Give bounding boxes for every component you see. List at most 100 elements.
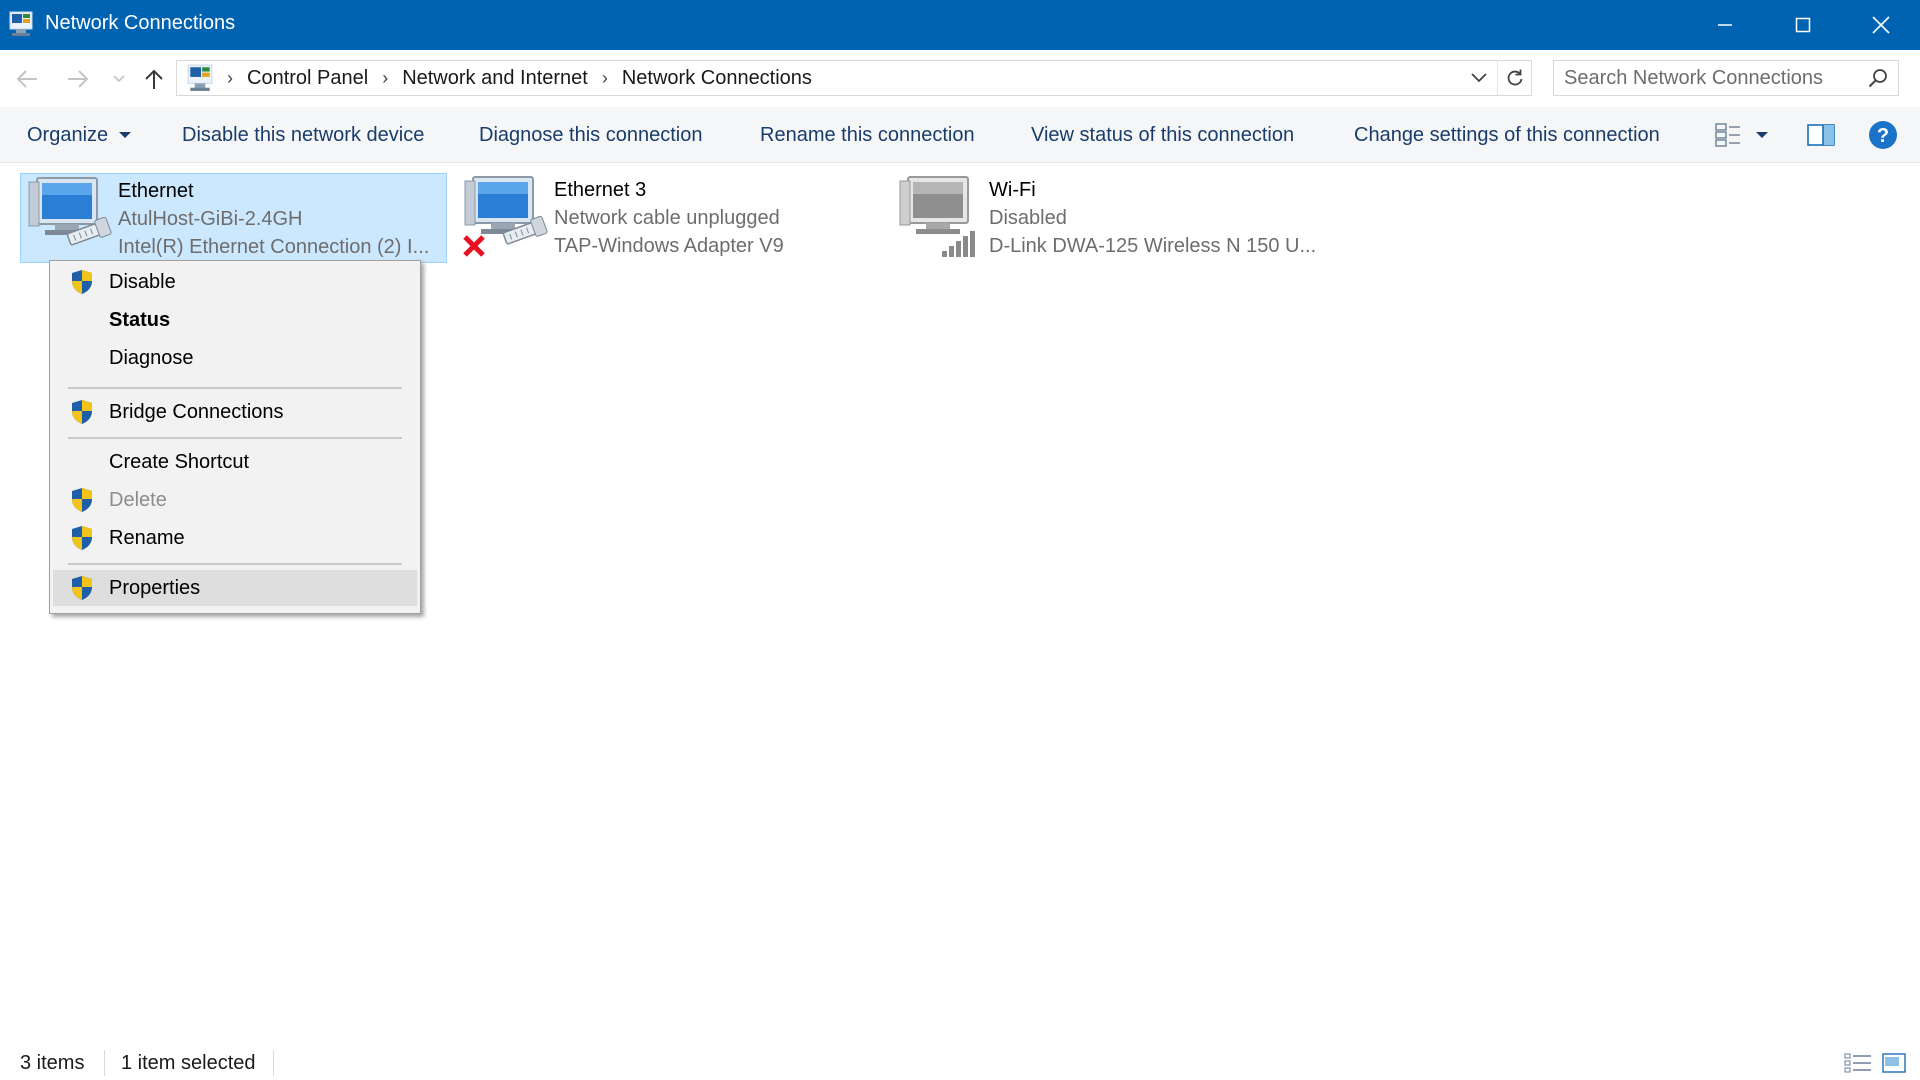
up-arrow-icon <box>145 69 163 89</box>
menu-item-delete[interactable]: Delete <box>53 482 417 518</box>
organize-label: Organize <box>27 123 109 146</box>
search-input[interactable] <box>1564 61 1854 95</box>
menu-separator <box>68 387 402 389</box>
uac-shield-icon <box>72 576 92 600</box>
menu-item-rename[interactable]: Rename <box>53 520 417 556</box>
menu-item-label: Status <box>109 309 171 331</box>
large-icons-view-icon[interactable] <box>1882 1052 1906 1074</box>
unplugged-x-icon <box>463 235 485 257</box>
address-row: › Control Panel › Network and Internet ›… <box>0 50 1920 107</box>
menu-item-status[interactable]: Status <box>53 302 417 338</box>
connection-status: Network cable unplugged <box>554 207 780 229</box>
connection-item-wifi[interactable]: Wi-Fi Disabled D-Link DWA-125 Wireless N… <box>892 173 1319 263</box>
connection-item-ethernet-3[interactable]: Ethernet 3 Network cable unplugged TAP-W… <box>457 173 884 263</box>
status-bar: 3 items 1 item selected <box>0 1044 1920 1080</box>
search-icon[interactable] <box>1868 68 1888 88</box>
breadcrumb-separator[interactable]: › <box>227 68 233 89</box>
menu-item-label: Rename <box>109 527 185 549</box>
connection-details: Wi-Fi Disabled D-Link DWA-125 Wireless N… <box>989 176 1316 260</box>
connection-name: Wi-Fi <box>989 179 1036 201</box>
connection-device: Intel(R) Ethernet Connection (2) I... <box>118 236 430 258</box>
menu-item-label: Properties <box>109 577 201 599</box>
rename-connection-button[interactable]: Rename this connection <box>760 107 975 163</box>
minimize-icon <box>1718 24 1732 26</box>
change-view-button[interactable] <box>1710 119 1746 151</box>
chevron-down-icon <box>1756 132 1768 138</box>
menu-item-disable[interactable]: Disable <box>53 264 417 300</box>
address-bar[interactable]: › Control Panel › Network and Internet ›… <box>176 60 1532 96</box>
menu-item-bridge-connections[interactable]: Bridge Connections <box>53 394 417 430</box>
organize-dropdown-icon <box>119 132 132 138</box>
breadcrumb: › Control Panel › Network and Internet ›… <box>187 61 812 95</box>
recent-locations-button[interactable] <box>104 64 134 94</box>
status-separator <box>104 1050 105 1076</box>
menu-item-diagnose[interactable]: Diagnose <box>53 340 417 376</box>
diagnose-connection-button[interactable]: Diagnose this connection <box>479 107 702 163</box>
menu-item-label: Disable <box>109 271 176 293</box>
refresh-icon <box>1507 69 1523 86</box>
network-adapter-icon <box>28 177 112 246</box>
uac-shield-icon <box>72 270 92 294</box>
address-history-button[interactable] <box>1465 61 1493 95</box>
svg-text:?: ? <box>1877 125 1889 147</box>
menu-item-label: Delete <box>109 489 167 511</box>
title-bar: Network Connections <box>0 0 1920 50</box>
connection-device: D-Link DWA-125 Wireless N 150 U... <box>989 235 1317 257</box>
menu-item-properties[interactable]: Properties <box>53 570 417 606</box>
disable-device-button[interactable]: Disable this network device <box>182 107 424 163</box>
maximize-icon <box>1795 17 1811 33</box>
breadcrumb-control-panel[interactable]: Control Panel <box>247 67 368 90</box>
menu-item-create-shortcut[interactable]: Create Shortcut <box>53 444 417 480</box>
recent-dropdown-icon <box>113 75 125 83</box>
forward-button[interactable] <box>63 64 93 94</box>
breadcrumb-network-and-internet[interactable]: Network and Internet <box>402 67 588 90</box>
network-adapter-icon <box>463 176 548 257</box>
breadcrumb-separator[interactable]: › <box>382 68 388 89</box>
connection-status: Disabled <box>989 207 1067 229</box>
context-menu: Disable Status Diagnose Bridge Connectio… <box>49 260 421 614</box>
uac-shield-icon <box>72 488 92 512</box>
signal-bars-icon <box>942 231 975 257</box>
control-panel-icon <box>187 64 213 91</box>
connection-device: TAP-Windows Adapter V9 <box>554 235 784 257</box>
minimize-button[interactable] <box>1686 0 1764 50</box>
close-button[interactable] <box>1842 0 1920 50</box>
forward-arrow-icon <box>68 70 89 88</box>
maximize-button[interactable] <box>1764 0 1842 50</box>
command-bar: Organize Disable this network device Dia… <box>0 107 1920 163</box>
back-button[interactable] <box>12 64 42 94</box>
connection-name: Ethernet <box>118 180 194 202</box>
menu-item-label: Create Shortcut <box>109 451 250 473</box>
menu-item-label: Bridge Connections <box>109 401 284 423</box>
search-box[interactable] <box>1553 60 1899 96</box>
view-options-dropdown[interactable] <box>1752 119 1772 151</box>
refresh-button[interactable] <box>1497 61 1532 95</box>
help-button[interactable]: ? <box>1866 119 1900 151</box>
connection-details: Ethernet AtulHost-GiBi-2.4GH Intel(R) Et… <box>118 177 429 261</box>
window-title: Network Connections <box>45 12 236 34</box>
breadcrumb-network-connections[interactable]: Network Connections <box>622 67 812 90</box>
status-separator <box>273 1050 274 1076</box>
menu-separator <box>68 437 402 439</box>
change-view-icon <box>1715 123 1740 147</box>
up-button[interactable] <box>139 64 169 94</box>
connection-item-ethernet[interactable]: Ethernet AtulHost-GiBi-2.4GH Intel(R) Et… <box>20 173 447 263</box>
details-view-icon[interactable] <box>1844 1052 1872 1074</box>
back-arrow-icon <box>16 70 37 88</box>
wifi-adapter-icon <box>899 176 975 257</box>
view-status-button[interactable]: View status of this connection <box>1031 107 1294 163</box>
menu-item-label: Diagnose <box>109 347 194 369</box>
breadcrumb-separator[interactable]: › <box>602 68 608 89</box>
uac-shield-icon <box>72 526 92 550</box>
help-icon: ? <box>1869 121 1897 149</box>
connection-status: AtulHost-GiBi-2.4GH <box>118 208 303 230</box>
preview-pane-icon <box>1807 124 1835 146</box>
organize-menu[interactable]: Organize <box>27 107 132 163</box>
chevron-down-icon <box>1471 73 1487 83</box>
uac-shield-icon <box>72 400 92 424</box>
preview-pane-button[interactable] <box>1805 119 1837 151</box>
change-settings-button[interactable]: Change settings of this connection <box>1354 107 1660 163</box>
menu-separator <box>68 563 402 565</box>
network-connections-icon <box>9 11 33 36</box>
close-icon <box>1872 16 1890 34</box>
